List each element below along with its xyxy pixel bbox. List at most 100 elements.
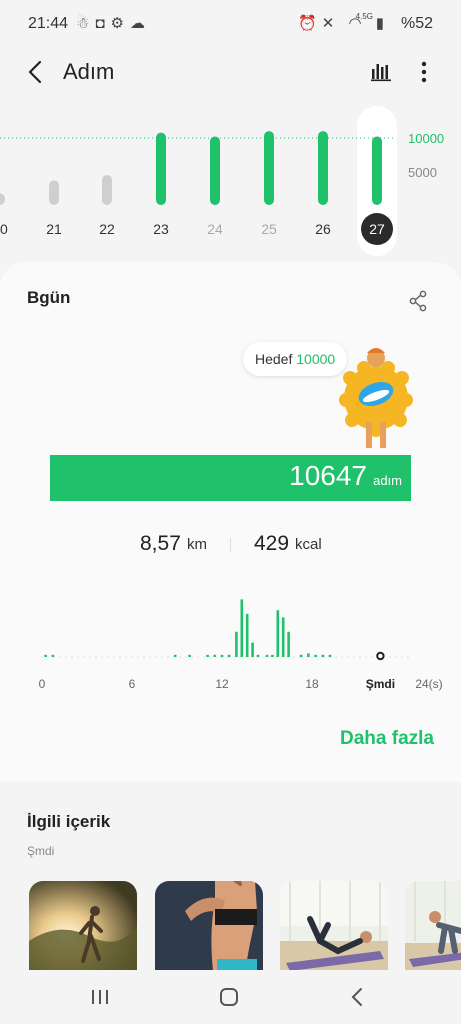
baseline-dot: [131, 656, 133, 658]
status-time: 21:44: [28, 15, 69, 32]
baseline-dot: [137, 656, 139, 658]
day-label-26[interactable]: 26: [315, 221, 331, 237]
back-nav-icon[interactable]: [350, 987, 364, 1007]
day-bar-24[interactable]: [210, 136, 220, 205]
baseline-dot: [353, 656, 355, 658]
baseline-dot: [125, 656, 127, 658]
baseline-dot: [203, 656, 205, 658]
pushup-photo: [405, 881, 461, 971]
baseline-dot: [209, 656, 211, 658]
baseline-dot: [407, 656, 409, 658]
hour-bar: [287, 631, 290, 657]
hour-axis-label: 18: [305, 677, 319, 691]
back-arrow-icon[interactable]: [24, 58, 48, 86]
hour-bar: [44, 654, 47, 657]
hour-bar: [173, 654, 177, 657]
baseline-dot: [197, 656, 199, 658]
day-bar-26[interactable]: [318, 131, 328, 205]
recent-apps-icon[interactable]: [90, 989, 110, 1005]
hour-bar: [321, 654, 325, 657]
day-bar-27[interactable]: [372, 136, 382, 205]
hour-bar: [314, 654, 317, 657]
day-label-22[interactable]: 22: [99, 221, 115, 237]
baseline-dot: [59, 656, 61, 658]
more-details-link[interactable]: Daha fazla: [340, 728, 434, 750]
day-bar-22[interactable]: [102, 174, 112, 205]
baseline-dot: [83, 656, 85, 658]
goal-bubble: Hedef 10000: [243, 342, 348, 376]
hour-bar: [245, 613, 249, 657]
baseline-dot: [155, 656, 157, 658]
hour-bar: [220, 654, 224, 657]
hour-bar: [235, 631, 238, 657]
related-item-pushup[interactable]: [405, 881, 461, 971]
baseline-dot: [107, 656, 109, 658]
day-bar-25[interactable]: [264, 131, 274, 205]
hour-bar: [265, 654, 269, 657]
day-bar-21[interactable]: [49, 180, 59, 205]
baseline-dot: [101, 656, 103, 658]
baseline-dot: [77, 656, 79, 658]
steps-count: 10647: [289, 460, 367, 491]
hour-bar: [51, 654, 55, 657]
baseline-dot: [179, 656, 181, 658]
weekly-steps-chart[interactable]: 10000 5000 20 21 22 23 24 25 26 27: [0, 100, 461, 260]
baseline-dot: [335, 656, 337, 658]
baseline-dot: [263, 656, 265, 658]
share-icon[interactable]: [408, 290, 428, 312]
baseline-dot: [71, 656, 73, 658]
today-title: Bgün: [27, 288, 71, 307]
baseline-dot: [401, 656, 403, 658]
system-navigation-bar: [0, 970, 461, 1024]
distance-value: 8,57: [140, 532, 181, 555]
stats-row: 8,57 km 429 kcal: [0, 532, 461, 562]
day-label-27[interactable]: 27: [369, 221, 385, 237]
baseline-dot: [269, 656, 271, 658]
notification-icons: ☃◘⚙☁: [76, 15, 151, 32]
baseline-dot: [305, 656, 307, 658]
day-label-23[interactable]: 23: [153, 221, 169, 237]
hour-bar: [328, 654, 332, 657]
distance-unit: km: [187, 536, 207, 553]
baseline-dot: [317, 656, 319, 658]
hour-axis-end-label: 24(s): [415, 677, 442, 691]
related-content-title: İlgili içerik: [27, 812, 111, 831]
baseline-dot: [161, 656, 163, 658]
app-bar: Adım: [0, 50, 461, 96]
baseline-dot: [365, 656, 367, 658]
stats-divider: [230, 538, 231, 552]
related-item-fitness[interactable]: [155, 881, 263, 971]
home-icon[interactable]: [219, 987, 239, 1007]
now-marker: [376, 651, 385, 661]
page-title: Adım: [63, 59, 115, 84]
more-options-icon[interactable]: [414, 58, 434, 86]
trends-chart-icon[interactable]: [370, 60, 392, 82]
day-label-25[interactable]: 25: [261, 221, 277, 237]
baseline-dot: [359, 656, 361, 658]
goal-axis-label: 10000: [408, 131, 444, 146]
related-item-exercise[interactable]: [280, 881, 388, 971]
day-label-20[interactable]: 20: [0, 221, 8, 237]
baseline-dot: [293, 656, 295, 658]
running-photo: [29, 881, 137, 971]
status-bar: 21:44 ☃◘⚙☁ 4.5G ⏰✕ ◠ ▮ %52: [0, 0, 461, 50]
hourly-steps-chart: 0 6 12 18 Şmdi 24(s): [39, 599, 443, 691]
related-content-list: [0, 881, 461, 971]
calories-unit: kcal: [295, 536, 322, 553]
steps-unit: adım: [373, 473, 402, 488]
hour-bar: [299, 654, 303, 657]
day-bar-20[interactable]: [0, 193, 5, 205]
baseline-dot: [65, 656, 67, 658]
day-label-21[interactable]: 21: [46, 221, 62, 237]
hour-axis-label: 0: [39, 677, 46, 691]
baseline-dot: [311, 656, 313, 658]
baseline-dot: [113, 656, 115, 658]
baseline-dot: [167, 656, 169, 658]
day-label-24[interactable]: 24: [207, 221, 223, 237]
hour-axis-label: 12: [215, 677, 229, 691]
baseline-dot: [143, 656, 145, 658]
related-item-running[interactable]: [29, 881, 137, 971]
day-bar-23[interactable]: [156, 132, 166, 205]
baseline-dot: [89, 656, 91, 658]
hour-bar: [276, 610, 280, 657]
